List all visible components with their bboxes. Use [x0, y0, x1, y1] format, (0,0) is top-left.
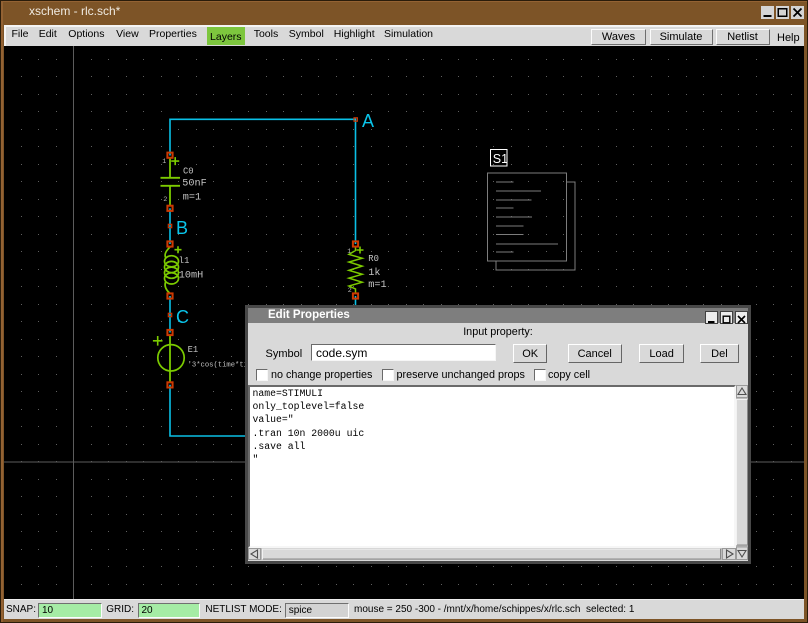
- svg-text:S1: S1: [493, 152, 508, 166]
- svg-text:l1: l1: [179, 256, 190, 266]
- svg-text:B: B: [176, 218, 188, 238]
- svg-text:A: A: [362, 111, 374, 131]
- svg-text:m=1: m=1: [368, 280, 386, 291]
- svg-text:1: 1: [162, 158, 166, 166]
- svg-text:R0: R0: [368, 254, 379, 264]
- svg-text:2: 2: [163, 196, 167, 204]
- svg-text:2: 2: [348, 287, 352, 295]
- svg-text:10mH: 10mH: [179, 271, 203, 282]
- svg-text:1k: 1k: [368, 267, 380, 279]
- svg-text:1: 1: [347, 248, 351, 256]
- svg-text:m=1: m=1: [183, 192, 201, 203]
- svg-text:C0: C0: [183, 166, 194, 176]
- svg-text:50nF: 50nF: [182, 179, 206, 190]
- svg-text:'3*cos(time*ti: '3*cos(time*ti: [188, 361, 248, 369]
- svg-text:E1: E1: [188, 345, 199, 355]
- svg-text:C: C: [176, 307, 189, 327]
